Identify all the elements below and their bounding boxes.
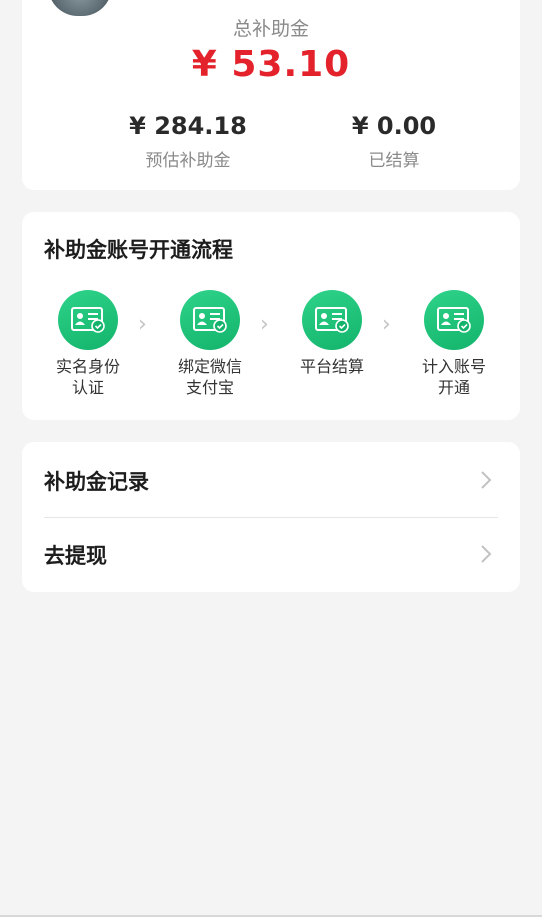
subsidy-menu-card: 补助金记录 去提现	[22, 442, 520, 592]
step-bind-wechat-alipay: 绑定微信 支付宝	[162, 290, 258, 398]
total-subsidy-amount: ¥ 53.10	[191, 44, 351, 85]
step-label: 实名身份 认证	[55, 357, 120, 397]
menu-item-withdraw[interactable]: 去提现	[22, 518, 520, 592]
id-card-icon	[302, 290, 362, 350]
menu-item-subsidy-records[interactable]: 补助金记录	[22, 444, 520, 518]
chevron-right-icon	[480, 470, 492, 494]
estimated-subsidy-stat: ¥ 284.18 预估补助金	[88, 112, 288, 171]
step-identity-verification: 实名身份 认证	[40, 290, 136, 398]
step-label: 计入账号 开通	[421, 357, 486, 397]
process-steps: 实名身份 认证 › 绑定微信 支付宝 › 平台结算 › 计入账号 开通	[22, 290, 520, 410]
menu-item-label: 去提现	[44, 544, 107, 568]
subsidy-summary-card: 总补助金 ¥ 53.10 ¥ 284.18 预估补助金 ¥ 0.00 已结算	[22, 0, 520, 190]
settled-label: 已结算	[368, 151, 420, 171]
chevron-right-icon: ›	[138, 312, 147, 337]
id-card-icon	[180, 290, 240, 350]
chevron-right-icon: ›	[382, 312, 391, 337]
step-label: 平台结算	[299, 357, 364, 376]
total-subsidy-label: 总补助金	[232, 18, 309, 40]
id-card-icon	[424, 290, 484, 350]
estimated-subsidy-amount: ¥ 284.18	[129, 112, 247, 140]
account-activation-process-card: 补助金账号开通流程 实名身份 认证 › 绑定微信 支付宝 › 平台结算 › 计入…	[22, 212, 520, 420]
step-platform-settlement: 平台结算	[284, 290, 380, 377]
menu-item-label: 补助金记录	[44, 470, 149, 494]
settled-stat: ¥ 0.00 已结算	[294, 112, 494, 171]
process-title: 补助金账号开通流程	[44, 238, 233, 262]
chevron-right-icon	[480, 544, 492, 568]
step-account-activated: 计入账号 开通	[406, 290, 502, 398]
id-card-icon	[58, 290, 118, 350]
settled-amount: ¥ 0.00	[351, 112, 437, 140]
estimated-subsidy-label: 预估补助金	[145, 151, 231, 171]
chevron-right-icon: ›	[260, 312, 269, 337]
step-label: 绑定微信 支付宝	[177, 357, 242, 397]
